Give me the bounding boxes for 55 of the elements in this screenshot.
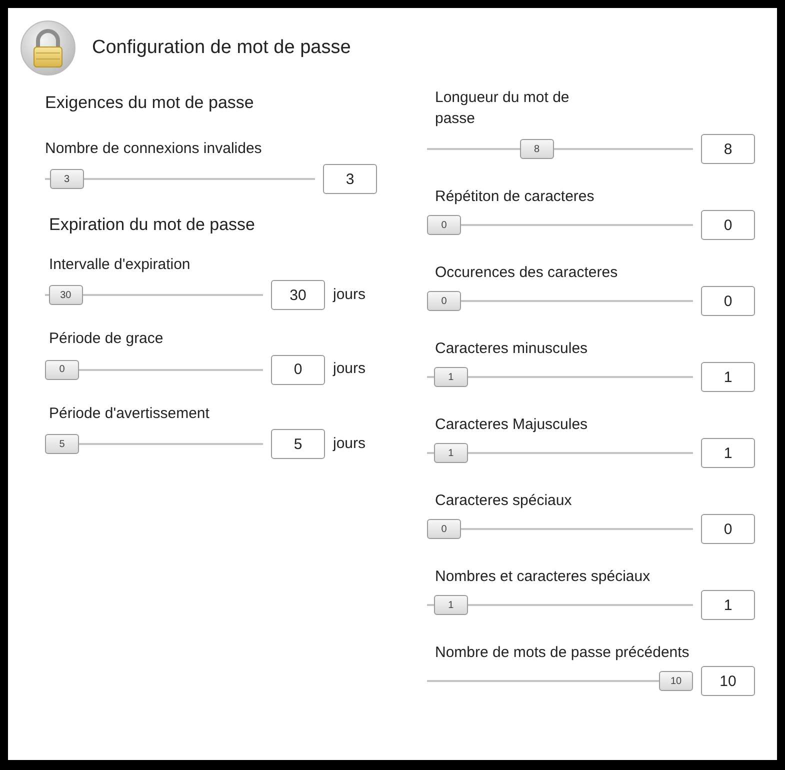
slider-track[interactable]: 10 [427,669,693,693]
slider-track[interactable]: 8 [427,137,693,161]
slider-track[interactable]: 1 [427,593,693,617]
slider-thumb[interactable]: 5 [45,434,79,454]
value-field[interactable]: 30 [271,280,325,310]
slider-thumb[interactable]: 30 [48,285,83,305]
setting-label: Répétiton de caracteres [434,186,596,206]
setting-label: Caracteres minuscules [434,338,589,358]
value-field[interactable]: 3 [323,164,377,194]
slider-thumb[interactable]: 0 [427,519,461,539]
slider-thumb[interactable]: 0 [45,360,79,380]
padlock-icon [20,20,76,76]
setting-label: Intervalle d'expiration [49,254,192,274]
value-field[interactable]: 8 [701,134,755,164]
setting-label: Nombre de connexions invalides [45,138,263,158]
value-field[interactable]: 10 [701,666,755,696]
slider-track[interactable]: 3 [45,167,315,191]
value-field[interactable]: 0 [701,514,755,544]
slider-track[interactable]: 30 [45,283,263,307]
setting-label: Nombre de mots de passe précédents [434,642,690,662]
slider-thumb[interactable]: 1 [434,443,468,463]
setting-label: Occurences des caracteres [434,262,619,282]
slider-track[interactable]: 1 [427,365,693,389]
slider-track[interactable]: 0 [427,289,693,313]
value-field[interactable]: 1 [701,362,755,392]
slider-thumb[interactable]: 0 [427,291,461,311]
setting-label: Période de grace [49,329,164,349]
setting-label: Nombres et caracteres spéciaux [434,566,652,586]
unit-label: jours [333,434,366,454]
setting-label: Période d'avertissement [49,404,210,424]
slider-track[interactable]: 1 [427,441,693,465]
unit-label: jours [333,359,366,380]
slider-thumb[interactable]: 10 [659,671,693,691]
slider-thumb[interactable]: 0 [427,215,461,235]
slider-thumb[interactable]: 1 [434,595,468,615]
section-heading: Expiration du mot de passe [49,214,256,236]
slider-track[interactable]: 5 [45,432,263,456]
section-heading: Exigences du mot de passe [45,92,255,114]
value-field[interactable]: 0 [701,210,755,240]
slider-thumb[interactable]: 8 [520,139,554,159]
unit-label: jours [333,284,366,305]
slider-track[interactable]: 0 [427,213,693,237]
value-field[interactable]: 1 [701,590,755,620]
setting-label: Caracteres Majuscules [434,414,589,434]
slider-track[interactable]: 0 [45,358,263,382]
value-field[interactable]: 1 [701,438,755,468]
slider-thumb[interactable]: 3 [50,169,84,189]
window-title: Configuration de mot de passe [92,36,351,60]
setting-label: Longueur du mot de passe [434,88,570,130]
slider-thumb[interactable]: 1 [434,367,468,387]
value-field[interactable]: 5 [271,429,325,459]
value-field[interactable]: 0 [271,354,325,384]
slider-track[interactable]: 0 [427,517,693,541]
value-field[interactable]: 0 [701,286,755,316]
setting-label: Caracteres spéciaux [434,490,573,510]
